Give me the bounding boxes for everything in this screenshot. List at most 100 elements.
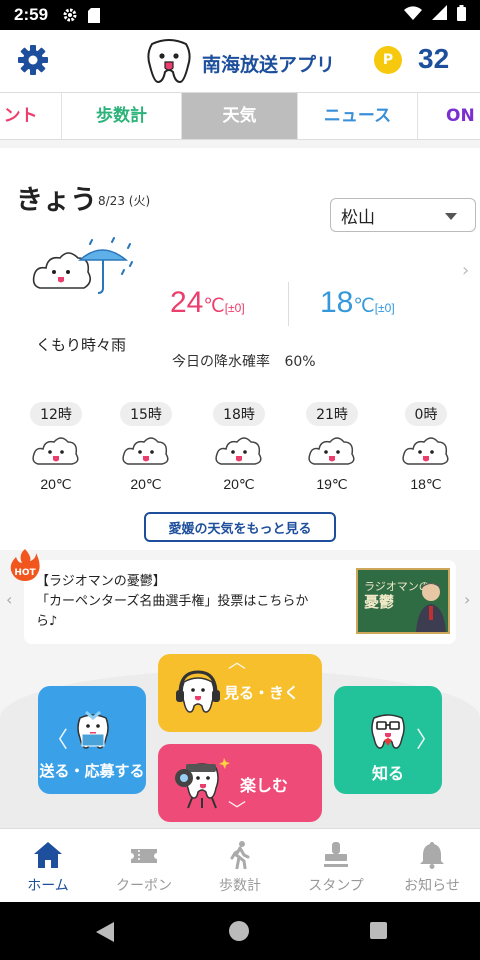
high-temperature: 24℃[±0] bbox=[170, 286, 245, 320]
cloud-icon bbox=[32, 437, 79, 465]
chevron-right-icon[interactable]: › bbox=[462, 260, 469, 281]
cloudy-rain-icon bbox=[32, 236, 142, 308]
status-time: 2:59 bbox=[14, 5, 49, 24]
bottom-navigation: ホーム クーポン 歩数計 スタンプ お知らせ bbox=[0, 828, 480, 902]
hour-time: 21時 bbox=[306, 402, 358, 426]
host-photo-icon bbox=[416, 583, 446, 632]
banner-line-3: ら♪ bbox=[36, 614, 58, 629]
banner-image: ラジオマンの 憂鬱 bbox=[356, 568, 450, 634]
enjoy-button[interactable]: 楽しむ ﹀ bbox=[158, 744, 322, 822]
hot-label: HOT bbox=[14, 568, 36, 578]
bell-icon bbox=[420, 842, 444, 869]
status-bar: 2:59 bbox=[0, 0, 480, 30]
banner-text: 【ラジオマンの憂鬱】 「カーペンターズ名曲選手権」投票はこちらか ら♪ bbox=[36, 572, 356, 632]
today-date: 8/23 (火) bbox=[98, 194, 151, 208]
nav-pedometer[interactable]: 歩数計 bbox=[192, 829, 288, 903]
more-weather-button[interactable]: 愛媛の天気をもっと見る bbox=[144, 512, 336, 542]
hourly-item: 18時 20℃ bbox=[199, 402, 279, 493]
low-temp-value: 18 bbox=[320, 286, 354, 319]
back-icon[interactable] bbox=[96, 922, 114, 942]
category-tabs: ント 歩数計 天気 ニュース ON A bbox=[0, 92, 480, 140]
walk-icon bbox=[230, 841, 250, 869]
app-title: 南海放送アプリ bbox=[202, 53, 336, 76]
app-header: 南海放送アプリ P 32 bbox=[0, 30, 480, 92]
chevron-up-icon: ︿ bbox=[228, 652, 246, 673]
city-value: 松山 bbox=[341, 207, 375, 228]
rain-label: 今日の降水確率 bbox=[172, 354, 270, 370]
hour-temp: 19℃ bbox=[316, 476, 348, 492]
hourly-forecast: 12時 20℃ 15時 20℃ 18時 20℃ 21時 19℃ 0時 18℃ bbox=[0, 402, 480, 502]
chevron-left-icon: 〈 bbox=[46, 728, 69, 753]
nav-stamp-label: スタンプ bbox=[308, 878, 364, 894]
rain-value: 60% bbox=[284, 354, 316, 370]
banner-line-2: 「カーペンターズ名曲選手権」投票はこちらか bbox=[36, 594, 309, 609]
app-logo: 南海放送アプリ bbox=[144, 38, 335, 88]
signal-icon bbox=[432, 5, 447, 25]
watch-listen-button[interactable]: ︿ 見る・きく bbox=[158, 652, 322, 732]
hourly-item: 15時 20℃ bbox=[106, 402, 186, 493]
sdcard-icon bbox=[88, 7, 101, 23]
nav-coupon-label: クーポン bbox=[116, 878, 172, 894]
today-label: きょう bbox=[16, 185, 97, 216]
hourly-item: 12時 20℃ bbox=[16, 402, 96, 493]
chevron-down-icon: ﹀ bbox=[228, 800, 246, 821]
send-apply-label: 送る・応募する bbox=[39, 762, 145, 780]
know-button[interactable]: 知る 〉 bbox=[334, 686, 442, 794]
weather-card: きょう 8/23 (火) 松山 くもり時々雨 › 24℃[±0] 18℃[±0]… bbox=[0, 148, 480, 550]
cloud-icon bbox=[308, 437, 355, 465]
recent-apps-icon[interactable] bbox=[370, 922, 387, 939]
chevron-right-icon: 〉 bbox=[416, 728, 439, 753]
rain-probability: 今日の降水確率 60% bbox=[172, 351, 316, 371]
tab-event[interactable]: ント bbox=[0, 93, 62, 139]
dropdown-caret-icon bbox=[445, 213, 457, 220]
banner-prev-icon[interactable]: ‹ bbox=[6, 590, 12, 609]
temperature-divider bbox=[288, 282, 289, 326]
points-badge: P bbox=[374, 46, 402, 74]
gift-tooth-icon bbox=[77, 710, 109, 749]
hourly-item: 0時 18℃ bbox=[386, 402, 466, 493]
know-label: 知る bbox=[371, 764, 404, 783]
hot-flame-icon: HOT bbox=[10, 549, 40, 581]
nav-stamp[interactable]: スタンプ bbox=[288, 829, 384, 903]
wifi-icon bbox=[404, 5, 422, 25]
tab-news[interactable]: ニュース bbox=[298, 93, 418, 139]
hour-time: 15時 bbox=[120, 402, 172, 426]
cloud-icon bbox=[215, 437, 262, 465]
banner-card[interactable]: 【ラジオマンの憂鬱】 「カーペンターズ名曲選手権」投票はこちらか ら♪ ラジオマ… bbox=[24, 560, 456, 644]
headphone-tooth-icon bbox=[176, 670, 220, 713]
nav-coupon[interactable]: クーポン bbox=[96, 829, 192, 903]
hour-time: 12時 bbox=[30, 402, 82, 426]
nav-notifications-label: お知らせ bbox=[404, 878, 460, 894]
tab-pedometer[interactable]: 歩数計 bbox=[62, 93, 182, 139]
glasses-tooth-icon bbox=[371, 714, 405, 749]
cloud-icon bbox=[402, 437, 449, 465]
low-temp-diff: [±0] bbox=[374, 301, 395, 315]
settings-status-icon bbox=[62, 7, 78, 23]
stamp-icon bbox=[324, 842, 348, 867]
settings-gear-icon[interactable] bbox=[16, 43, 50, 77]
coupon-icon bbox=[131, 849, 157, 863]
home-circle-icon[interactable] bbox=[229, 921, 249, 941]
low-temperature: 18℃[±0] bbox=[320, 286, 395, 320]
hour-temp: 20℃ bbox=[223, 476, 255, 492]
high-temp-unit: ℃ bbox=[203, 296, 225, 317]
hour-temp: 20℃ bbox=[130, 476, 162, 492]
nav-home-label: ホーム bbox=[27, 878, 69, 894]
hour-time: 0時 bbox=[404, 402, 448, 426]
high-temp-diff: [±0] bbox=[224, 301, 245, 315]
cloud-icon bbox=[122, 437, 169, 465]
banner-next-icon[interactable]: › bbox=[464, 590, 470, 609]
low-temp-unit: ℃ bbox=[353, 296, 375, 317]
city-select[interactable]: 松山 bbox=[330, 198, 476, 232]
banner-carousel: 【ラジオマンの憂鬱】 「カーペンターズ名曲選手権」投票はこちらか ら♪ ラジオマ… bbox=[0, 554, 480, 650]
nav-home[interactable]: ホーム bbox=[0, 829, 96, 903]
tab-on-air[interactable]: ON A bbox=[418, 93, 480, 139]
enjoy-label: 楽しむ bbox=[240, 776, 289, 795]
system-navigation-bar bbox=[0, 902, 480, 960]
hour-temp: 20℃ bbox=[40, 476, 72, 492]
weather-description: くもり時々雨 bbox=[36, 336, 127, 354]
tab-weather[interactable]: 天気 bbox=[182, 93, 298, 139]
battery-icon bbox=[457, 4, 466, 26]
nav-notifications[interactable]: お知らせ bbox=[384, 829, 480, 903]
send-apply-button[interactable]: 〈 送る・応募する bbox=[38, 686, 146, 794]
